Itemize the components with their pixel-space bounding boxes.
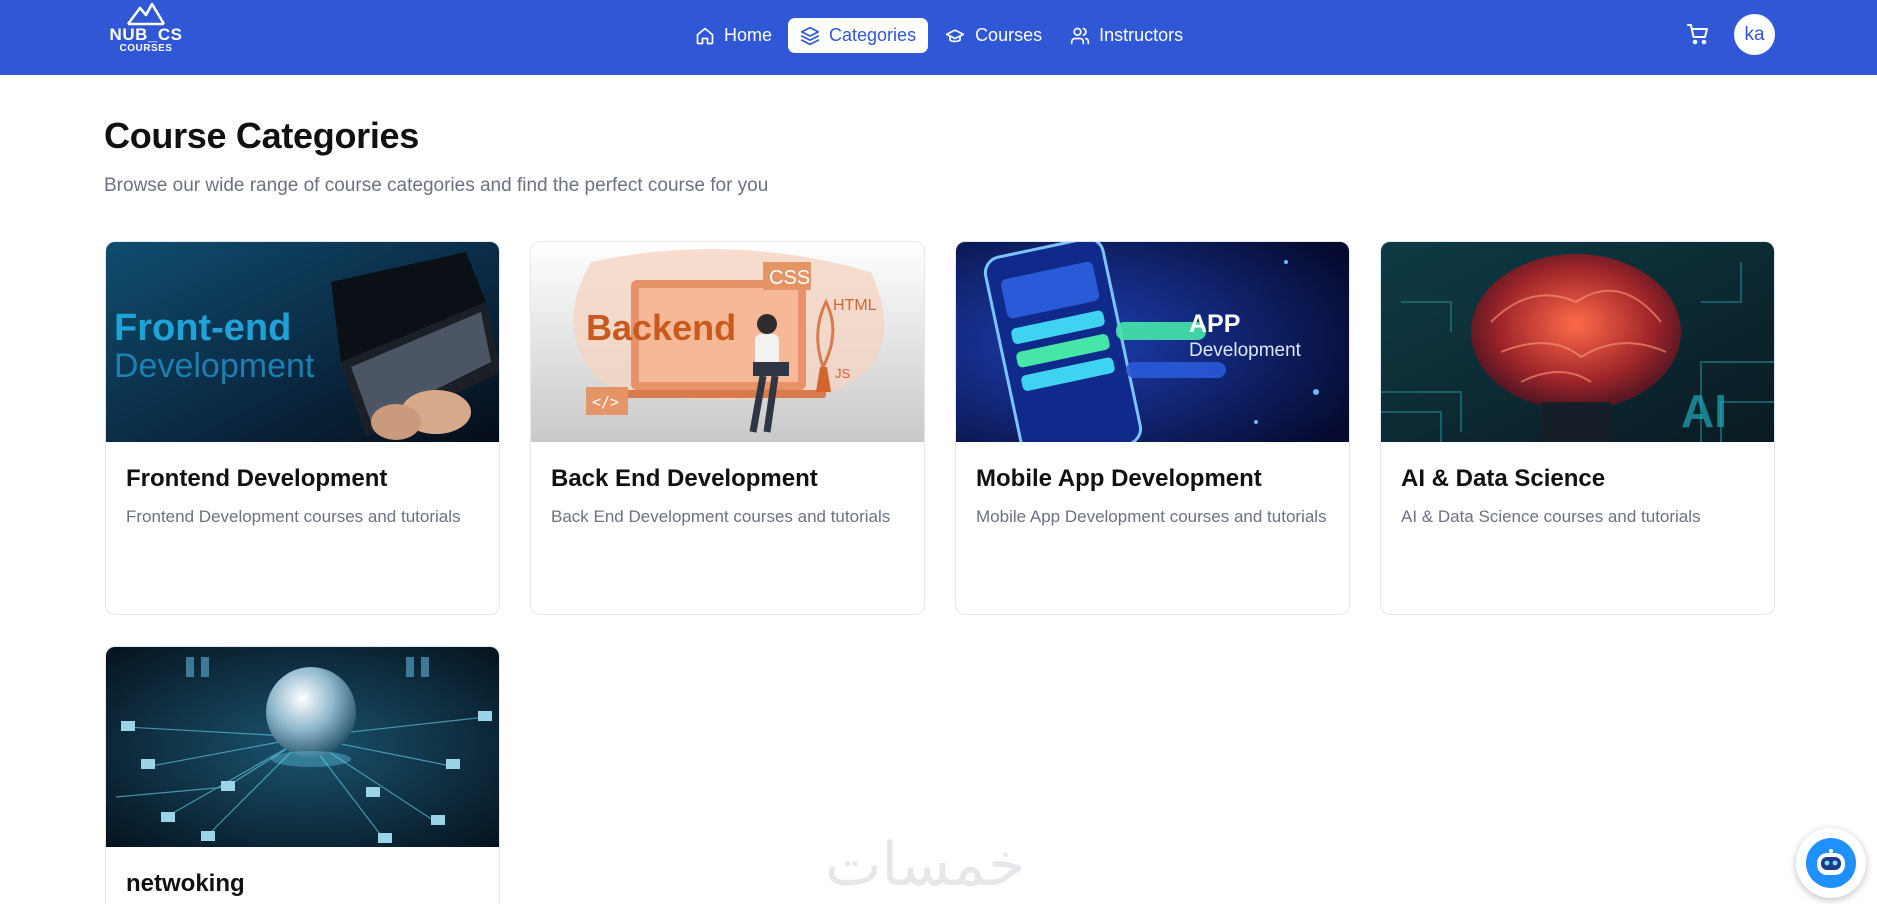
frontend-image-title: Front-end <box>114 307 291 349</box>
category-description: AI & Data Science courses and tutorials <box>1401 507 1701 526</box>
robot-icon <box>1817 849 1845 875</box>
logo-text: NUB_CS <box>109 25 183 44</box>
ai-image-label: AI <box>1681 385 1727 437</box>
backend-image-js: JS <box>835 366 851 381</box>
user-avatar[interactable]: ka <box>1734 14 1775 55</box>
mobile-image-subtitle: Development <box>1189 340 1302 361</box>
category-title: Back End Development <box>551 465 818 492</box>
category-description: Mobile App Development courses and tutor… <box>976 507 1327 526</box>
backend-image-code: </> <box>592 393 619 411</box>
logo-subtext: COURSES <box>119 43 173 54</box>
category-card-networking[interactable]: netwoking <box>105 646 500 904</box>
category-title: netwoking <box>126 870 245 897</box>
frontend-image-subtitle: Development <box>114 347 315 385</box>
category-title: Frontend Development <box>126 465 388 492</box>
layers-icon <box>800 26 820 45</box>
category-image-mobile: APP Development <box>956 242 1349 442</box>
category-card-ai[interactable]: AI AI & Data Science AI & Data Science c… <box>1380 241 1775 615</box>
cart-icon <box>1687 24 1708 45</box>
nav-instructors[interactable]: Instructors <box>1058 18 1195 53</box>
users-icon <box>1070 27 1090 44</box>
top-navbar: NUB_CS COURSES Home Categories Courses I… <box>0 0 1877 75</box>
nav-courses[interactable]: Courses <box>932 18 1054 53</box>
mobile-image-title: APP <box>1189 310 1240 338</box>
nav-home[interactable]: Home <box>683 18 784 53</box>
logo-mark-icon <box>127 2 166 26</box>
backend-image-css: CSS <box>769 267 810 289</box>
category-title: AI & Data Science <box>1401 465 1606 492</box>
page-subtitle: Browse our wide range of course categori… <box>104 175 769 196</box>
home-icon <box>696 27 714 44</box>
graduation-cap-icon <box>945 28 965 42</box>
category-image-ai: AI <box>1381 242 1774 442</box>
backend-image-title: Backend <box>586 307 736 348</box>
page-title: Course Categories <box>104 115 419 156</box>
category-image-backend: CSS HTML JS </> Backend <box>531 242 924 442</box>
category-image-frontend: Front-end Development <box>106 242 499 442</box>
cart-button[interactable] <box>1686 22 1712 48</box>
category-description: Frontend Development courses and tutoria… <box>126 507 461 526</box>
nav-courses-label: Courses <box>975 25 1043 45</box>
category-description: Back End Development courses and tutoria… <box>551 507 891 526</box>
backend-image-html: HTML <box>833 297 877 314</box>
main-nav: Home Categories Courses Instructors <box>683 18 1195 53</box>
category-card-backend[interactable]: CSS HTML JS </> Backend Back End Develop… <box>530 241 925 615</box>
logo[interactable]: NUB_CS COURSES <box>104 2 188 64</box>
category-card-mobile[interactable]: APP Development Mobile App Development M… <box>955 241 1350 615</box>
nav-categories[interactable]: Categories <box>788 18 929 53</box>
nav-instructors-label: Instructors <box>1099 25 1184 45</box>
category-image-networking <box>106 647 499 847</box>
nav-home-label: Home <box>724 25 773 45</box>
category-card-frontend[interactable]: Front-end Development Frontend Developme… <box>105 241 500 615</box>
watermark: خمسات <box>825 830 1026 900</box>
category-title: Mobile App Development <box>976 465 1262 492</box>
chatbot-button[interactable] <box>1796 828 1866 898</box>
nav-categories-label: Categories <box>829 25 917 45</box>
